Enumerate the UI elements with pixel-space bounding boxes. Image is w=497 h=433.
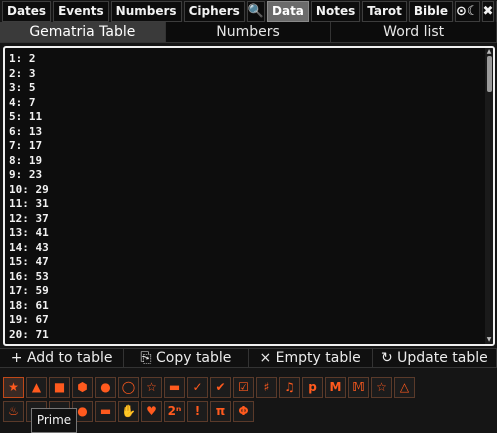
scroll-down-icon[interactable]: ▼ [486,337,492,343]
power-of-two-icon[interactable]: 2ⁿ [164,401,185,422]
table-content: 1: 2 2: 3 3: 5 4: 7 5: 11 6: 13 7: 17 8:… [9,52,49,341]
sub-tabs: Gematria Table Numbers Word list [0,22,497,43]
search-icon[interactable]: 🔍 [246,1,266,22]
sharp-icon[interactable]: ♯ [256,377,277,398]
small-star-icon[interactable]: ☆ [371,377,392,398]
hexagon-icon[interactable]: ⬢ [72,377,93,398]
tooltip: Prime [31,408,77,433]
letter-m-outline-icon[interactable]: 𝕄 [348,377,369,398]
pi-icon[interactable]: π [210,401,231,422]
tab-notes[interactable]: Notes [310,1,361,22]
triangle-icon[interactable]: ▲ [26,377,47,398]
circle-icon[interactable]: ◯ [118,377,139,398]
star-filled-icon[interactable]: ★ [3,377,24,398]
table-actions: + Add to table ⎘ Copy table × Empty tabl… [0,348,497,368]
tab-dates[interactable]: Dates [2,1,52,22]
double-check-icon[interactable]: ✔ [210,377,231,398]
add-to-table-button[interactable]: + Add to table [0,349,125,367]
star-outline-icon[interactable]: ☆ [141,377,162,398]
tab-numbers[interactable]: Numbers [110,1,182,22]
palm-tree-icon[interactable]: ♨ [3,401,24,422]
scrollbar[interactable]: ▲ ▼ [485,48,493,344]
scroll-up-icon[interactable]: ▲ [486,49,492,55]
subtab-word-list[interactable]: Word list [331,22,497,42]
tab-data[interactable]: Data [267,1,309,22]
tab-events[interactable]: Events [53,1,109,22]
checkbox-icon[interactable]: ☑ [233,377,254,398]
top-nav: Dates Events Numbers Ciphers 🔍 Data Note… [0,0,497,22]
empty-table-button[interactable]: × Empty table [249,349,373,367]
close-circle-icon[interactable]: ✖ [481,1,495,22]
tab-tarot[interactable]: Tarot [362,1,407,22]
phi-icon[interactable]: Φ [233,401,254,422]
subtab-gematria-table[interactable]: Gematria Table [0,22,166,42]
sun-moon-icon[interactable]: ⊙☾ [454,1,480,22]
heart-icon[interactable]: ♥ [141,401,162,422]
music-note-icon[interactable]: ♫ [279,377,300,398]
scroll-thumb[interactable] [487,56,492,92]
copy-table-button[interactable]: ⎘ Copy table [124,349,249,367]
update-table-button[interactable]: ↻ Update table [373,349,497,367]
hand-icon[interactable]: ✋ [118,401,139,422]
triangle-outline-icon[interactable]: △ [394,377,415,398]
dot-icon[interactable]: ● [95,377,116,398]
check-icon[interactable]: ✓ [187,377,208,398]
car-side-icon[interactable]: ▬ [164,377,185,398]
square-icon[interactable]: ■ [49,377,70,398]
gematria-table-textarea[interactable]: 1: 2 2: 3 3: 5 4: 7 5: 11 6: 13 7: 17 8:… [3,46,495,346]
factorial-icon[interactable]: ! [187,401,208,422]
letter-m-icon[interactable]: M [325,377,346,398]
filter-icons-row-1: ★ ▲ ■ ⬢ ● ◯ ☆ ▬ ✓ ✔ ☑ ♯ ♫ p M 𝕄 ☆ △ [3,377,415,398]
car-icon[interactable]: ▬ [95,401,116,422]
tab-ciphers[interactable]: Ciphers [183,1,245,22]
letter-p-icon[interactable]: p [302,377,323,398]
tab-bible[interactable]: Bible [408,1,453,22]
subtab-numbers[interactable]: Numbers [166,22,332,42]
